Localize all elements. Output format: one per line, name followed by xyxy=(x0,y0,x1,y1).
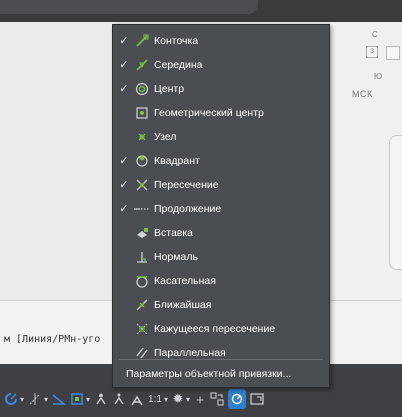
menu-item-endpoint[interactable]: ✓ Конточка xyxy=(113,29,329,52)
object-snap-menu: ✓ Конточка ✓ Середина ✓ Центр Геометриче… xyxy=(112,24,330,388)
menu-item-tangent[interactable]: Касательная xyxy=(113,269,329,292)
tangent-icon xyxy=(134,273,150,289)
menu-item-geometric-center[interactable]: Геометрический центр xyxy=(113,101,329,124)
menu-item-label: Геометрический центр xyxy=(154,106,264,119)
geometric-center-icon xyxy=(134,105,150,121)
menu-item-parallel[interactable]: Параллельная xyxy=(113,341,329,364)
menu-separator xyxy=(119,359,323,360)
node-icon xyxy=(134,129,150,145)
menu-item-label: Касательная xyxy=(154,274,216,287)
viewcube-face[interactable] xyxy=(386,46,400,60)
checkmark-icon: ✓ xyxy=(119,59,129,71)
checkmark-icon: ✓ xyxy=(119,83,129,95)
hardware-accel-icon[interactable] xyxy=(227,389,246,409)
menu-item-label: Центр xyxy=(154,82,185,95)
menu-item-label: Квадрант xyxy=(154,154,200,167)
menu-item-midpoint[interactable]: ✓ Середина xyxy=(113,53,329,76)
isodraft-icon[interactable] xyxy=(52,389,67,409)
menu-item-perpendicular[interactable]: Нормаль xyxy=(113,245,329,268)
checkmark-icon: ✓ xyxy=(119,155,129,167)
navigation-bar[interactable] xyxy=(389,135,402,270)
chevron-down-icon[interactable]: ▾ xyxy=(164,395,168,404)
fullscreen-icon[interactable] xyxy=(250,389,264,409)
annotation-scale-value[interactable]: 1:1 xyxy=(148,394,162,405)
viewcube-south-label[interactable]: Ю xyxy=(374,72,382,81)
annotation-autoscale-icon[interactable] xyxy=(112,389,126,409)
object-snap-settings-item[interactable]: Параметры объектной привязки... xyxy=(113,363,329,385)
menu-item-label: Продолжение xyxy=(154,202,222,215)
status-bar-icons: ▾ ▾ ▾ 1:1 ▾ ✹ ▾ + xyxy=(4,388,264,410)
chevron-down-icon[interactable]: ▾ xyxy=(186,395,190,404)
polar-icon[interactable] xyxy=(4,389,18,409)
annotation-scale-icon[interactable] xyxy=(130,389,144,409)
osnap-track-icon[interactable] xyxy=(28,389,42,409)
chevron-down-icon[interactable]: ▾ xyxy=(20,395,24,404)
checkmark-icon: ✓ xyxy=(119,35,129,47)
apparent-intersection-icon xyxy=(134,321,150,337)
menu-item-label: Пересечение xyxy=(154,178,219,191)
menu-item-label: Середина xyxy=(154,58,203,71)
menu-item-label: Ближайшая xyxy=(154,298,212,311)
plus-icon[interactable]: + xyxy=(194,389,206,409)
perpendicular-icon xyxy=(134,249,150,265)
viewcube-north-label[interactable]: С xyxy=(372,30,378,39)
menu-item-label: Кажущееся пересечение xyxy=(154,322,276,335)
menu-item-insertion[interactable]: Вставка xyxy=(113,221,329,244)
wcs-menu[interactable]: МСК xyxy=(352,89,373,99)
quadrant-icon xyxy=(134,153,150,169)
menu-item-label: Параллельная xyxy=(154,346,226,359)
intersection-icon xyxy=(134,177,150,193)
menu-item-node[interactable]: Узел xyxy=(113,125,329,148)
top-toolbar-strip xyxy=(0,0,402,22)
extension-icon xyxy=(134,201,150,217)
units-icon[interactable] xyxy=(210,389,224,409)
menu-item-nearest[interactable]: Ближайшая xyxy=(113,293,329,316)
menu-item-label: Вставка xyxy=(154,226,194,239)
menu-item-intersection[interactable]: ✓ Пересечение xyxy=(113,173,329,196)
viewcube-west-label[interactable]: З xyxy=(366,46,378,58)
top-tab-strip xyxy=(0,0,258,14)
menu-item-apparent-intersection[interactable]: Кажущееся пересечение xyxy=(113,317,329,340)
menu-item-label: Нормаль xyxy=(154,250,198,263)
annotation-visibility-icon[interactable] xyxy=(94,389,108,409)
checkmark-icon: ✓ xyxy=(119,179,129,191)
insertion-icon xyxy=(134,225,150,241)
drawing-area[interactable] xyxy=(0,22,112,300)
chevron-down-icon[interactable]: ▾ xyxy=(86,395,90,404)
menu-item-extension[interactable]: ✓ Продолжение xyxy=(113,197,329,220)
midpoint-icon xyxy=(134,57,150,73)
center-icon xyxy=(134,81,150,97)
menu-item-center[interactable]: ✓ Центр xyxy=(113,77,329,100)
menu-item-label: Узел xyxy=(154,130,177,143)
checkmark-icon: ✓ xyxy=(119,203,129,215)
workspace-gear-icon[interactable]: ✹ xyxy=(172,389,184,409)
menu-item-label: Параметры объектной привязки... xyxy=(126,368,292,380)
menu-item-label: Конточка xyxy=(154,34,199,47)
snap-icon[interactable] xyxy=(70,389,84,409)
endpoint-icon xyxy=(134,33,150,49)
menu-item-quadrant[interactable]: ✓ Квадрант xyxy=(113,149,329,172)
command-prompt-text: м [Линия/РМн-уго xyxy=(4,334,101,345)
chevron-down-icon[interactable]: ▾ xyxy=(44,395,48,404)
nearest-icon xyxy=(134,297,150,313)
